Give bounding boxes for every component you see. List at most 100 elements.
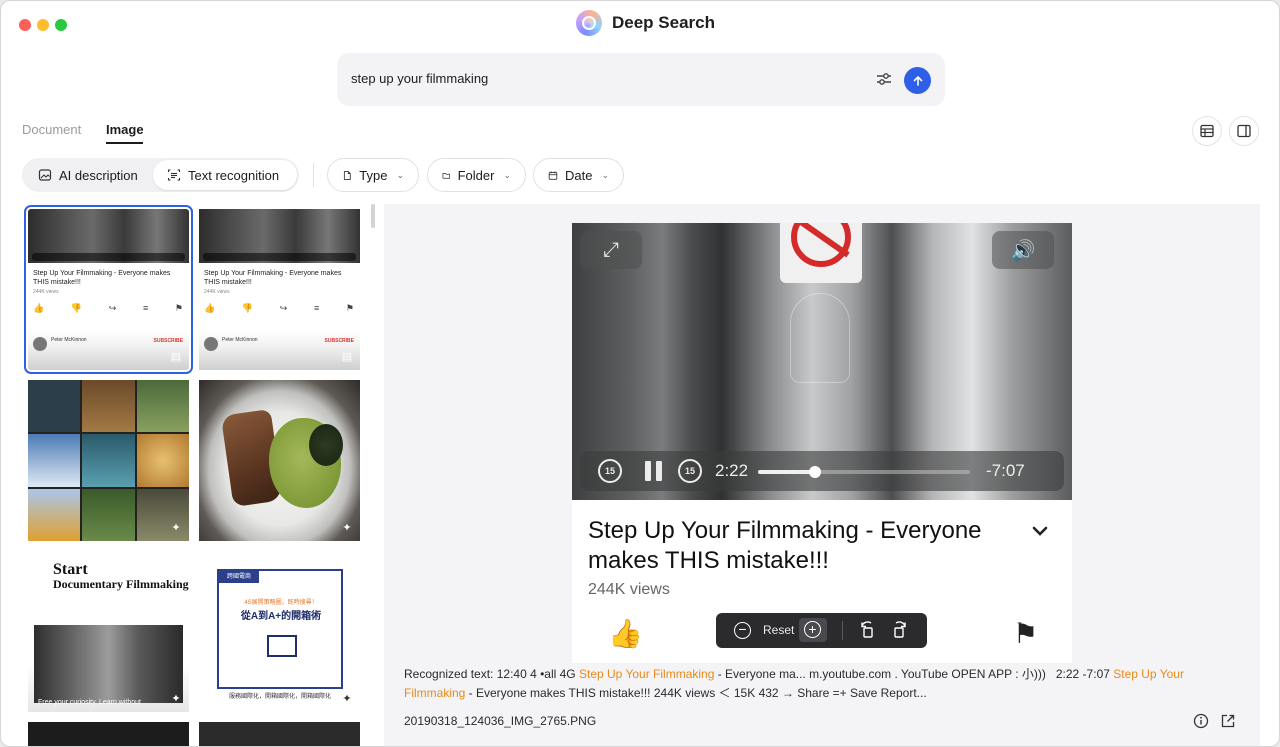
image-result-thumbnail[interactable]: Step Up Your Filmmaking - Everyone makes…	[199, 209, 360, 370]
zoom-toolbar: − Reset +	[716, 613, 927, 648]
close-window-button[interactable]	[19, 19, 31, 31]
table-icon	[1200, 124, 1214, 138]
image-result-thumbnail[interactable]: 跨國電商 4S展開策略圖，既時搜尋！ 從A到A+的開箱術 服務國際化，開箱國際化…	[199, 551, 360, 712]
app-title-text: Deep Search	[612, 13, 715, 32]
recognized-highlight: Step Up Your Filmmaking	[578, 667, 715, 681]
search-input[interactable]: step up your filmmaking	[351, 71, 488, 86]
split-view-button[interactable]	[1229, 116, 1259, 146]
dislike-icon: 👎	[241, 303, 254, 313]
thumb-subscribe-label: SUBSCRIBE	[324, 338, 354, 344]
zoom-out-button[interactable]: −	[734, 622, 751, 639]
tab-image[interactable]: Image	[106, 122, 144, 137]
no-smoking-icon	[791, 223, 851, 267]
image-result-thumbnail[interactable]: Step Up Your Filmmaking - Everyone makes…	[24, 205, 193, 374]
video-current-time: 2:22	[715, 461, 749, 480]
no-smoking-sign	[780, 223, 862, 283]
sidebar-panel-icon	[1237, 124, 1251, 138]
avatar	[33, 337, 47, 351]
chevron-down-icon	[1032, 526, 1048, 536]
report-icon: ⚑	[174, 303, 183, 313]
video-controls	[203, 253, 356, 261]
thumb-video-title: Step Up Your Filmmaking - Everyone makes…	[33, 270, 171, 286]
maximize-window-button[interactable]	[55, 19, 67, 31]
thumb-doc-bottom: 服務國際化，開箱國際化，開箱國際化	[228, 694, 331, 700]
grid-view-button[interactable]	[1192, 116, 1222, 146]
search-mode-toggle: AI description Text recognition	[22, 158, 299, 192]
share-icon: ↪	[279, 303, 288, 313]
file-icon	[343, 170, 351, 180]
video-info: Step Up Your Filmmaking - Everyone makes…	[199, 263, 360, 370]
video-info: Step Up Your Filmmaking - Everyone makes…	[28, 263, 189, 370]
video-progress-track	[758, 466, 970, 478]
image-result-thumbnail[interactable]	[199, 722, 360, 746]
like-icon: 👍	[608, 618, 643, 649]
thumb-doc-subtitle: Documentary Filmmaking	[53, 577, 189, 591]
video-progress-knob	[809, 466, 822, 478]
door-logo	[790, 293, 850, 383]
save-icon: ≡	[313, 303, 320, 313]
app-logo-icon	[576, 10, 602, 36]
search-submit-button[interactable]	[904, 67, 931, 94]
toolbar-divider	[842, 621, 843, 640]
type-filter-dropdown[interactable]: Type ⌄	[327, 158, 419, 192]
preview-video-title: Step Up Your Filmmaking - Everyone makes…	[588, 517, 982, 574]
thumb-channel-name: Peter McKinnon	[51, 337, 87, 343]
thumb-channel-name: Peter McKinnon	[222, 337, 258, 343]
recognized-suffix: - Everyone makes THIS mistake!!! 244K vi…	[465, 686, 927, 700]
thumb-action-icons: 👍 👎 ↪ ≡ ⚑	[33, 303, 183, 314]
image-result-thumbnail[interactable]	[28, 722, 189, 746]
chevron-down-icon: ⌄	[396, 169, 404, 180]
thumb-doc-tag: 跨國電商	[219, 571, 259, 583]
open-external-icon[interactable]	[1220, 713, 1236, 729]
folder-filter-dropdown[interactable]: Folder ⌄	[427, 158, 526, 192]
video-progress-fill	[758, 470, 816, 474]
image-result-thumbnail[interactable]: ✦	[199, 380, 360, 541]
food-item	[309, 424, 343, 466]
thumb-subscribe-label: SUBSCRIBE	[153, 338, 183, 344]
channel-row: Peter McKinnon SUBSCRIBE	[199, 329, 360, 370]
search-bar[interactable]: step up your filmmaking	[337, 53, 945, 106]
image-result-thumbnail[interactable]: Start Documentary Filmmaking Free your c…	[28, 551, 189, 712]
thumb-action-icons: 👍 👎 ↪ ≡ ⚑	[204, 303, 354, 314]
date-filter-dropdown[interactable]: Date ⌄	[533, 158, 624, 192]
dislike-icon: 👎	[70, 303, 83, 313]
rewind-15-icon: 15	[598, 459, 622, 483]
arrow-up-icon	[913, 75, 922, 86]
info-icon[interactable]	[1193, 713, 1209, 729]
file-name: 20190318_124036_IMG_2765.PNG	[404, 714, 597, 728]
tab-document[interactable]: Document	[22, 122, 81, 137]
rotate-right-button[interactable]	[889, 620, 909, 640]
text-recognition-toggle[interactable]: Text recognition	[153, 160, 297, 190]
thumb-doc-footer: Free your curiosity. Learn without	[38, 699, 141, 706]
preview-video-views: 244K views	[588, 581, 670, 598]
rotate-left-button[interactable]	[858, 620, 878, 640]
video-frame: ⤢ 🔊 15 15 2:22 -7:07	[572, 223, 1072, 500]
sparkle-icon: ✦	[342, 693, 352, 705]
image-result-thumbnail[interactable]: ✦	[28, 380, 189, 541]
image-results-grid: Step Up Your Filmmaking - Everyone makes…	[22, 204, 367, 746]
grid-scrollbar[interactable]	[371, 204, 375, 228]
minimize-window-button[interactable]	[37, 19, 49, 31]
ai-description-toggle[interactable]: AI description	[24, 160, 152, 190]
ai-description-label: AI description	[59, 167, 138, 183]
doc-photo	[34, 625, 183, 703]
preview-image: ⤢ 🔊 15 15 2:22 -7:07 Step Up Your Filmma…	[572, 223, 1072, 663]
presentation-board-icon	[267, 635, 297, 657]
active-tab-indicator	[106, 142, 143, 144]
zoom-in-icon: +	[804, 621, 821, 638]
filter-settings-icon[interactable]	[876, 71, 892, 87]
pause-icon	[644, 461, 664, 481]
photo-collage	[28, 380, 189, 541]
sparkle-icon: ✦	[171, 693, 181, 705]
expand-icon: ⤢	[580, 231, 642, 269]
doc-frame: 跨國電商 4S展開策略圖，既時搜尋！ 從A到A+的開箱術	[217, 569, 343, 689]
video-controls	[32, 253, 185, 261]
forward-15-icon: 15	[678, 459, 702, 483]
zoom-in-button[interactable]: +	[799, 618, 827, 642]
zoom-reset-button[interactable]: Reset	[763, 623, 794, 637]
image-sparkle-icon	[38, 169, 52, 181]
thumb-doc-heading: 從A到A+的開箱術	[240, 611, 322, 622]
like-icon: 👍	[204, 303, 216, 313]
video-remaining-time: -7:07	[986, 461, 1025, 480]
thumb-video-views: 244K views	[204, 289, 230, 295]
